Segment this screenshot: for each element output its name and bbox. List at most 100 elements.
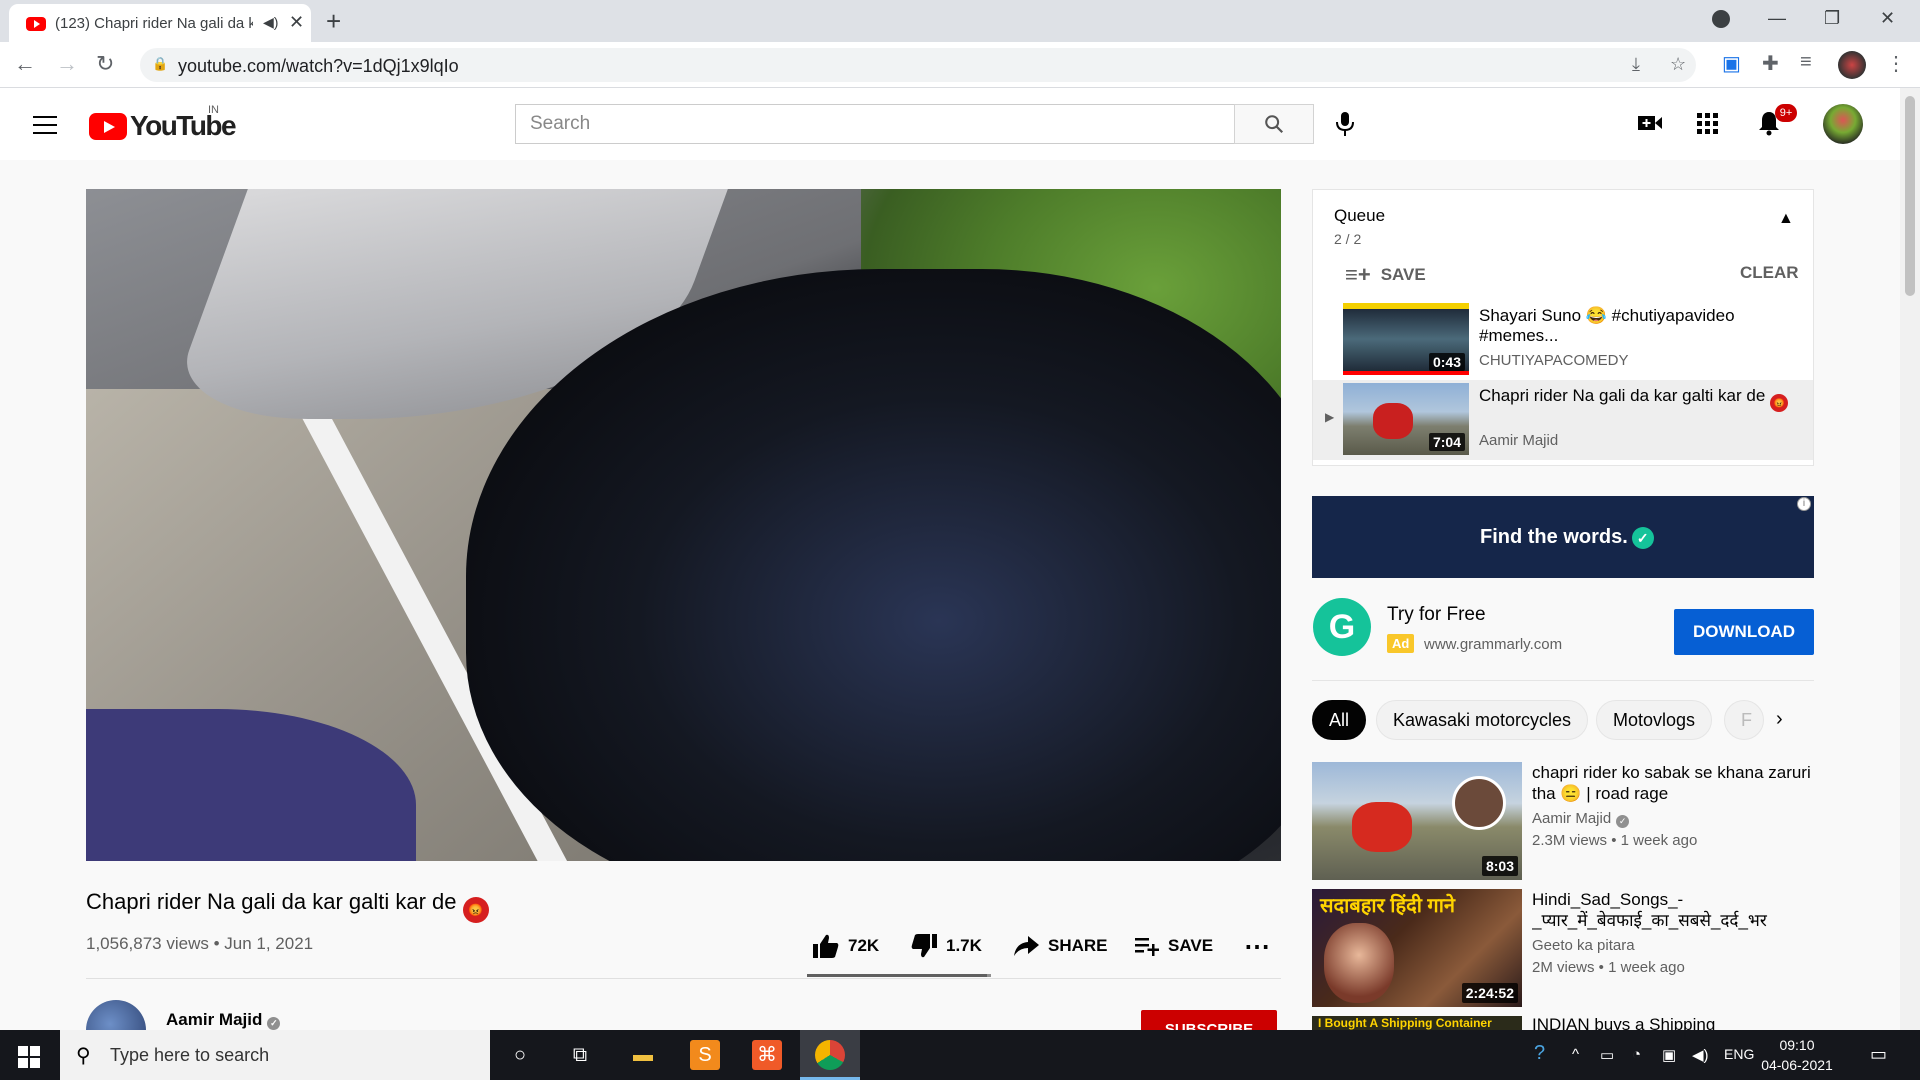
minimize-icon[interactable]: —	[1768, 8, 1786, 29]
ad-info-icon[interactable]: i	[1797, 497, 1811, 511]
new-tab-icon[interactable]: +	[326, 6, 341, 37]
queue-clear-button[interactable]: CLEAR	[1740, 263, 1799, 283]
chip-all[interactable]: All	[1312, 700, 1367, 740]
dislike-button[interactable]: 1.7K	[910, 932, 982, 960]
search-box[interactable]	[515, 104, 1235, 144]
forward-icon[interactable]: →	[56, 51, 78, 77]
account-avatar[interactable]	[1823, 104, 1863, 144]
chevron-up-icon[interactable]: ▲	[1778, 210, 1794, 228]
apps-grid-icon[interactable]	[1697, 113, 1719, 135]
queue-item-active[interactable]: ▶ 7:04 Chapri rider Na gali da kar galti…	[1313, 380, 1813, 460]
like-button[interactable]: 72K	[812, 932, 879, 960]
ad-divider	[1312, 680, 1814, 681]
battery-icon[interactable]: ▭	[1600, 1046, 1614, 1064]
bookmark-star-icon[interactable]: ☆	[1670, 54, 1686, 75]
window-close-icon[interactable]: ✕	[1880, 8, 1895, 29]
show-hidden-icons-icon[interactable]: ^	[1572, 1046, 1579, 1063]
search-input[interactable]	[516, 105, 1234, 143]
network-icon[interactable]: ▣	[1662, 1046, 1676, 1064]
more-actions-icon[interactable]: ⋯	[1244, 931, 1270, 961]
chrome-taskbar-item[interactable]	[800, 1030, 860, 1080]
related-video[interactable]: 8:03 chapri rider ko sabak se khana zaru…	[1312, 762, 1814, 880]
system-clock[interactable]: 09:10 04-06-2021	[1752, 1035, 1842, 1075]
related-title: INDIAN buys a Shipping	[1532, 1016, 1716, 1030]
chip-kawasaki-motorcycles[interactable]: Kawasaki motorcycles	[1376, 700, 1589, 740]
close-tab-icon[interactable]: ✕	[289, 12, 304, 33]
xampp-icon[interactable]: ⌘	[752, 1040, 782, 1070]
youtube-logo-text[interactable]: YouTube	[130, 110, 237, 142]
microphone-icon[interactable]	[1333, 110, 1357, 138]
browser-tab[interactable]: (123) Chapri rider Na gali da kar galti …	[9, 4, 311, 42]
extension-icon[interactable]: ▣	[1722, 51, 1741, 76]
video-player[interactable]	[86, 189, 1281, 861]
profile-avatar[interactable]	[1838, 51, 1866, 79]
queue-item-title-row: Chapri rider Na gali da kar galti kar de…	[1479, 386, 1799, 412]
verified-icon: ✓	[267, 1017, 281, 1030]
related-video[interactable]: I Bought A Shipping Container INDIAN buy…	[1312, 1016, 1814, 1030]
sublime-text-icon[interactable]: S	[690, 1040, 720, 1070]
puzzle-extensions-icon[interactable]: ✚	[1762, 51, 1779, 76]
back-icon[interactable]: ←	[14, 51, 36, 77]
restore-icon[interactable]: ❐	[1824, 8, 1840, 29]
search-button[interactable]	[1234, 104, 1314, 144]
chip-motovlogs[interactable]: Motovlogs	[1596, 700, 1713, 740]
queue-item[interactable]: 0:43 Shayari Suno 😂 #chutiyapavideo #mem…	[1313, 300, 1813, 380]
browser-menu-icon[interactable]: ⋮	[1886, 51, 1906, 76]
notifications-center-icon[interactable]: ▭	[1870, 1044, 1887, 1065]
channel-name-row[interactable]: Aamir Majid ✓	[166, 1010, 281, 1030]
volume-icon[interactable]: ◀)	[1692, 1046, 1709, 1064]
page-scrollbar[interactable]	[1900, 88, 1920, 1030]
download-button[interactable]: DOWNLOAD	[1674, 609, 1814, 655]
queue-duration: 7:04	[1428, 433, 1465, 451]
task-view-icon[interactable]: ⧉	[565, 1040, 595, 1070]
related-thumbnail[interactable]: I Bought A Shipping Container	[1312, 1016, 1522, 1030]
install-icon[interactable]: ⤓	[1632, 54, 1640, 75]
share-button[interactable]: SHARE	[1012, 932, 1108, 960]
ad-headline[interactable]: Try for Free	[1387, 604, 1486, 626]
queue-thumbnail[interactable]: 7:04	[1343, 383, 1469, 455]
playlist-add-icon: ≡+	[1345, 262, 1371, 287]
menu-icon[interactable]	[33, 116, 57, 134]
related-duration: 8:03	[1481, 856, 1518, 876]
taskbar-search-placeholder: Type here to search	[110, 1045, 270, 1065]
youtube-logo-icon[interactable]	[89, 113, 127, 140]
related-meta: 2.3M views • 1 week ago	[1532, 832, 1698, 849]
search-icon: ⚲	[76, 1045, 91, 1067]
reload-icon[interactable]: ↻	[96, 51, 114, 77]
media-controls-icon[interactable]: ≡	[1800, 51, 1812, 74]
clock-time: 09:10	[1779, 1037, 1815, 1053]
create-video-icon[interactable]	[1637, 113, 1663, 133]
youtube-header: YouTube IN 9+	[0, 88, 1900, 160]
scrollbar-thumb[interactable]	[1905, 96, 1915, 296]
queue-panel: Queue 2 / 2 ▲ ≡+ SAVE CLEAR 0:43 Shayari …	[1312, 189, 1814, 466]
lock-icon[interactable]: 🔒	[152, 56, 168, 72]
tab-search-icon[interactable]	[1712, 10, 1730, 28]
windows-start-icon[interactable]	[18, 1046, 40, 1068]
related-thumbnail[interactable]: 8:03	[1312, 762, 1522, 880]
info-divider	[86, 978, 1281, 979]
queue-save-button[interactable]: ≡+ SAVE	[1345, 262, 1426, 288]
ad-banner[interactable]: Find the words. ✓	[1312, 496, 1814, 578]
save-button[interactable]: SAVE	[1134, 932, 1213, 960]
video-title: Chapri rider Na gali da kar galti kar de	[86, 889, 457, 914]
queue-thumbnail[interactable]: 0:43	[1343, 303, 1469, 375]
wifi-icon[interactable]: ◔	[1632, 1046, 1641, 1063]
language-indicator[interactable]: ENG	[1724, 1046, 1754, 1062]
speaker-icon[interactable]: ◀)	[263, 14, 278, 31]
related-thumbnail[interactable]: सदाबहार हिंदी गाने 2:24:52	[1312, 889, 1522, 1007]
grammarly-logo[interactable]: G	[1313, 598, 1371, 656]
cortana-icon[interactable]: ○	[505, 1040, 535, 1070]
chevron-right-icon[interactable]: ›	[1776, 708, 1783, 731]
chip-partial[interactable]: F	[1724, 700, 1764, 740]
angry-emoji-icon: 😡	[462, 897, 489, 923]
windows-taskbar: ⚲ Type here to search ○ ⧉ ▬ S ⌘ ? ^ ▭ ◔ …	[0, 1030, 1920, 1080]
file-explorer-icon[interactable]: ▬	[628, 1040, 658, 1070]
related-video[interactable]: सदाबहार हिंदी गाने 2:24:52 Hindi_Sad_Son…	[1312, 889, 1814, 1007]
help-icon[interactable]: ?	[1534, 1042, 1545, 1065]
channel-name[interactable]: Aamir Majid	[166, 1010, 262, 1029]
browser-tab-bar: (123) Chapri rider Na gali da kar galti …	[0, 0, 1920, 42]
watched-progress	[1343, 371, 1469, 375]
taskbar-search[interactable]: ⚲ Type here to search	[60, 1030, 490, 1080]
address-bar[interactable]: 🔒 youtube.com/watch?v=1dQj1x9lqIo ⤓ ☆	[140, 48, 1696, 82]
notification-badge: 9+	[1775, 104, 1797, 122]
